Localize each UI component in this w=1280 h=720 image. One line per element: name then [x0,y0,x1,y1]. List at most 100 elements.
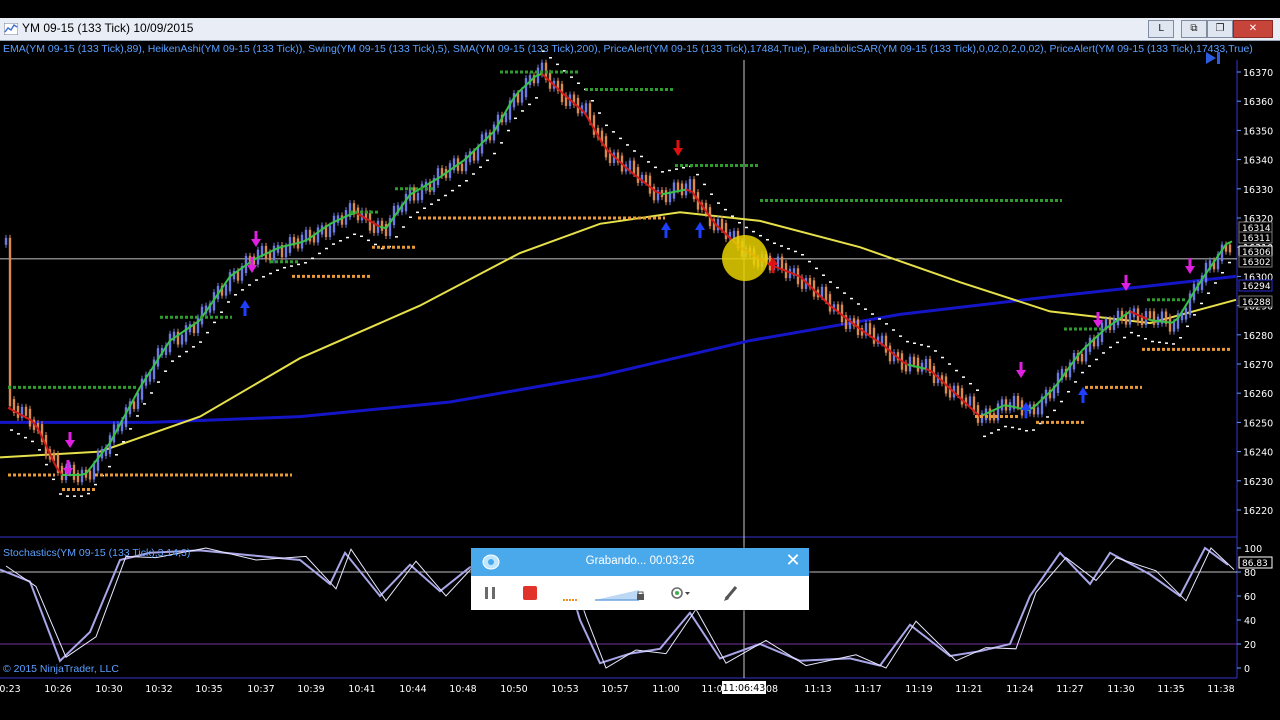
recorder-header[interactable]: Grabando... 00:03:26 ✕ [471,548,809,576]
heiken-ashi-bar [8,237,12,407]
zoom-icon[interactable] [669,584,691,602]
parabolic-sar-dot [227,301,230,303]
parabolic-sar-dot [402,226,405,228]
time-label: 11:17 [854,684,881,695]
audio-level-icon[interactable] [595,584,647,602]
heiken-ashi-bar [520,90,524,103]
minimize-button[interactable]: ⧉ [1181,20,1207,38]
parabolic-sar-dot [346,236,349,239]
trend-line-segment [1225,240,1233,246]
parabolic-sar-dot [157,381,160,383]
parabolic-sar-dot [654,166,657,169]
stop-icon[interactable] [522,584,538,602]
time-label: 0:23 [0,684,21,695]
screen-recorder-widget[interactable]: Grabando... 00:03:26 ✕ [471,548,809,610]
heiken-ashi-bar [88,470,92,480]
parabolic-sar-dot [1088,365,1091,367]
heiken-ashi-bar [1228,244,1232,253]
time-label: 11:21 [955,684,982,695]
time-label: 10:30 [95,684,122,695]
webcam-toggle-icon[interactable] [562,584,578,602]
parabolic-sar-dot [290,265,293,267]
parabolic-sar-dot [458,184,461,187]
link-button[interactable]: L [1148,20,1174,38]
heiken-ashi-bar [4,237,8,245]
buy-arrow-icon [661,222,671,238]
maximize-button[interactable]: ❐ [1207,20,1233,38]
parabolic-sar-dot [731,215,734,217]
time-label: 11:27 [1056,684,1083,695]
parabolic-sar-dot [1137,334,1140,337]
time-label: 10:39 [297,684,324,695]
parabolic-sar-dot [395,236,398,238]
price-tick-label: 16340 [1243,156,1273,167]
parabolic-sar-dot [423,207,426,209]
heiken-ashi-bar [28,408,32,427]
parabolic-sar-dot [780,245,783,247]
chart-canvas[interactable]: 1637016360163501634016330163201631016300… [0,0,1280,720]
parabolic-sar-dot [479,166,482,168]
parabolic-sar-dot [24,436,27,439]
parabolic-sar-dot [1158,341,1161,344]
heiken-ashi-bar [332,215,336,233]
parabolic-sar-dot [1151,340,1154,343]
parabolic-sar-dot [1102,352,1105,354]
parabolic-sar-dot [31,440,34,443]
parabolic-sar-dot [1221,272,1224,274]
parabolic-sar-dot [1025,429,1028,432]
indicator-list: EMA(YM 09-15 (133 Tick),89), HeikenAshi(… [3,43,1253,55]
parabolic-sar-dot [374,243,377,246]
heiken-ashi-bar [132,401,136,409]
parabolic-sar-dot [276,269,279,272]
price-tick-label: 16330 [1243,185,1273,196]
price-tick-label: 16250 [1243,418,1273,429]
parabolic-sar-dot [1060,400,1063,403]
price-marker-label: 16294 [1242,282,1271,292]
heiken-ashi-bar [24,406,28,416]
pen-annotate-icon[interactable] [723,584,739,602]
time-label: 11:35 [1157,684,1184,695]
time-label: 11:30 [1107,684,1134,695]
heiken-ashi-bar [524,78,528,98]
parabolic-sar-dot [283,266,286,269]
parabolic-sar-dot [969,382,972,385]
pause-icon[interactable] [483,584,497,602]
heiken-ashi-bar [136,392,140,409]
price-tick-label: 16350 [1243,126,1273,137]
heiken-ashi-bar [916,357,920,372]
parabolic-sar-dot [171,360,174,362]
parabolic-sar-dot [710,193,713,195]
crosshair-time-label: 11:06:43 [723,683,766,694]
heiken-ashi-bar [636,167,640,183]
parabolic-sar-dot [941,356,944,359]
stoch-tick-label: 40 [1244,616,1256,627]
time-label: 10:50 [500,684,527,695]
parabolic-sar-dot [843,292,846,294]
parabolic-sar-dot [1207,292,1210,294]
parabolic-sar-dot [626,144,629,146]
parabolic-sar-dot [752,230,755,233]
stoch-tick-label: 80 [1244,568,1256,579]
parabolic-sar-dot [1053,409,1056,412]
parabolic-sar-dot [1172,343,1175,345]
parabolic-sar-dot [241,289,244,291]
parabolic-sar-dot [675,168,678,170]
parabolic-sar-dot [465,180,468,182]
trend-line-segment [1159,320,1167,324]
heiken-ashi-bar [672,182,676,199]
heiken-ashi-bar [1080,353,1084,362]
parabolic-sar-dot [962,376,965,378]
parabolic-sar-dot [906,340,909,343]
parabolic-sar-dot [1018,428,1021,430]
trend-line-segment [661,192,669,196]
close-window-button[interactable]: ✕ [1233,20,1273,38]
heiken-ashi-bar [380,220,384,231]
parabolic-sar-dot [682,166,685,169]
heiken-ashi-bar [340,215,344,225]
parabolic-sar-dot [1228,261,1231,264]
parabolic-sar-dot [1081,371,1084,374]
recorder-close-button[interactable]: ✕ [782,550,804,572]
parabolic-sar-dot [927,345,930,348]
parabolic-sar-dot [822,274,825,276]
time-label: 11:24 [1006,684,1033,695]
